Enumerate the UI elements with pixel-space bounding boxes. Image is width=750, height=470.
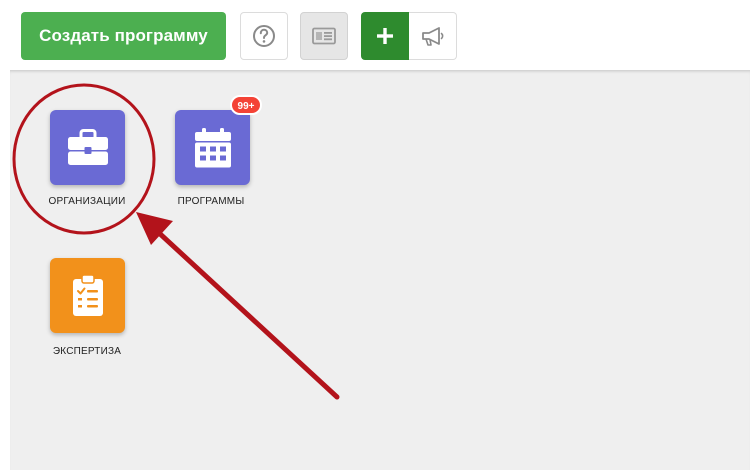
plus-icon <box>377 28 393 44</box>
megaphone-icon <box>421 27 443 46</box>
organizations-tile[interactable] <box>50 110 125 185</box>
notification-badge: 99+ <box>230 95 262 115</box>
toolbar: Создать программу <box>0 0 750 70</box>
programs-tile[interactable] <box>175 110 250 185</box>
announcement-button[interactable] <box>409 12 457 60</box>
expertise-tile[interactable] <box>50 258 125 333</box>
id-card-icon <box>312 27 336 45</box>
view-toggle-button[interactable] <box>300 12 348 60</box>
question-circle-icon <box>253 25 275 47</box>
create-program-button[interactable]: Создать программу <box>21 12 226 60</box>
briefcase-icon <box>67 128 108 165</box>
programs-tile-label: ПРОГРАММЫ <box>177 196 245 207</box>
clipboard-checklist-icon <box>72 273 103 316</box>
expertise-tile-label: ЭКСПЕРТИЗА <box>52 346 122 357</box>
organizations-tile-label: ОРГАНИЗАЦИИ <box>48 196 126 207</box>
calendar-icon <box>194 127 231 167</box>
help-button[interactable] <box>240 12 288 60</box>
add-button[interactable] <box>361 12 409 60</box>
